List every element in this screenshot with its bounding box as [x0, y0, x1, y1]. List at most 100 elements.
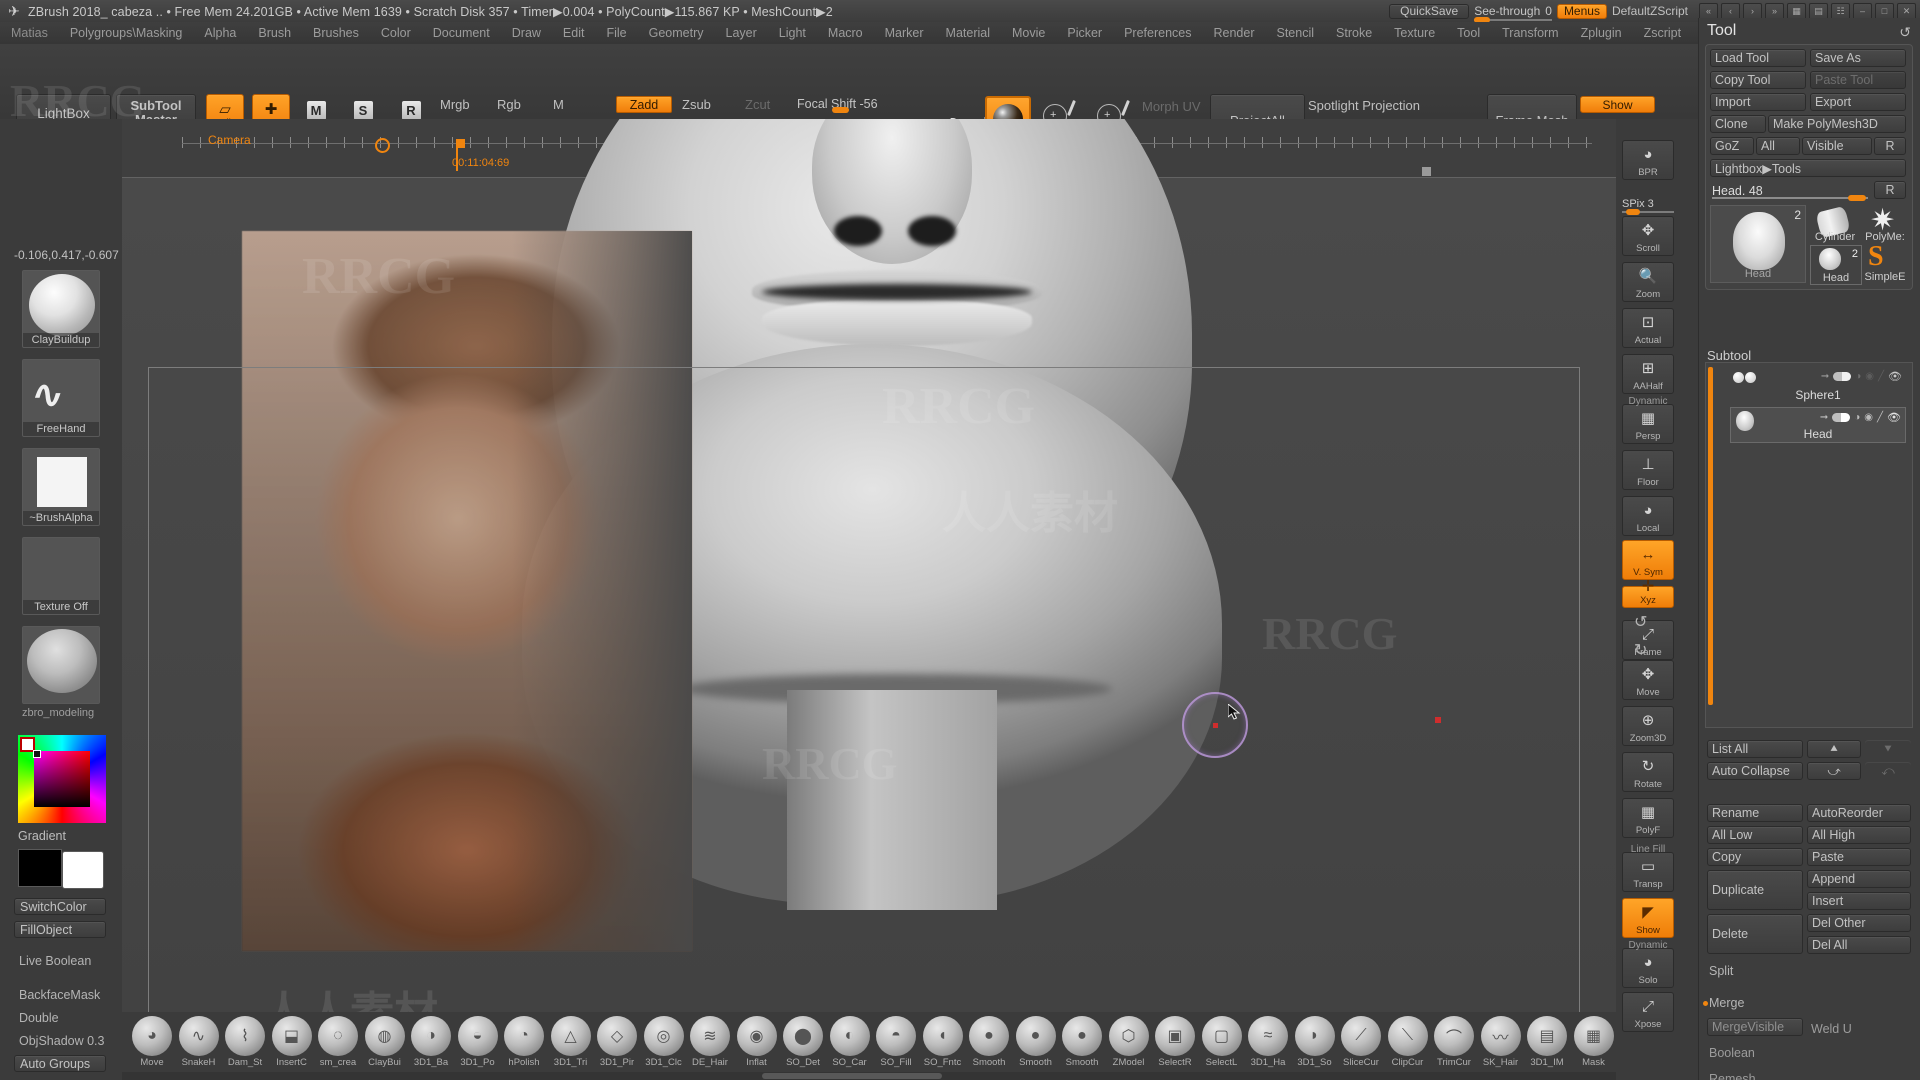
obj-shadow-button[interactable]: ObjShadow 0.3 — [19, 1034, 104, 1048]
panel-grid-icon[interactable]: ☷ — [1831, 3, 1850, 20]
export-button[interactable]: Export — [1810, 93, 1906, 111]
move-left-button[interactable]: ⤺ — [1865, 762, 1911, 780]
all-button[interactable]: All — [1756, 137, 1800, 155]
tool-thumb-simplebrush[interactable]: S SimpleE — [1860, 245, 1910, 283]
menu-item-color[interactable]: Color — [370, 22, 422, 44]
panel-right-icon[interactable]: ▤ — [1809, 3, 1828, 20]
spix-slider[interactable]: SPix 3 — [1622, 198, 1674, 210]
brush-button-3d1-clc[interactable]: ◎3D1_Clc — [640, 1016, 688, 1072]
viewport-button-aahalf[interactable]: ⊞AAHalf — [1622, 354, 1674, 394]
list-all-button[interactable]: List All — [1707, 740, 1803, 758]
del-all-button[interactable]: Del All — [1807, 936, 1911, 954]
auto-reorder-button[interactable]: AutoReorder — [1807, 804, 1911, 822]
brush-button-insertc[interactable]: ⬓InsertC — [268, 1016, 316, 1072]
menu-item-matias[interactable]: Matias — [0, 22, 59, 44]
all-low-button[interactable]: All Low — [1707, 826, 1803, 844]
menu-item-picker[interactable]: Picker — [1056, 22, 1113, 44]
remesh-section[interactable]: Remesh — [1709, 1072, 1756, 1080]
brush-small-icon[interactable]: ╱ — [1878, 371, 1884, 382]
brush-button-slicecur[interactable]: ⟋SliceCur — [1337, 1016, 1385, 1072]
nav-prev-icon[interactable]: ‹ — [1721, 3, 1740, 20]
lightbox-tools-button[interactable]: Lightbox▶Tools — [1710, 159, 1906, 177]
brush-button-zmodel[interactable]: ⬡ZModel — [1105, 1016, 1153, 1072]
brush-button-move[interactable]: ◕Move — [128, 1016, 176, 1072]
menu-item-marker[interactable]: Marker — [874, 22, 935, 44]
spix-knob[interactable] — [1626, 209, 1640, 215]
paste-button[interactable]: Paste — [1807, 848, 1911, 866]
brush-small-icon[interactable]: ╱ — [1877, 412, 1883, 423]
brush-button-3d1-tri[interactable]: △3D1_Tri — [547, 1016, 595, 1072]
eye-icon[interactable]: 👁 — [1888, 370, 1902, 383]
menu-item-edit[interactable]: Edit — [552, 22, 596, 44]
brush-palette-bar[interactable]: ◕Move∿SnakeH⌇Dam_St⬓InsertC◌sm_crea◍Clay… — [122, 1012, 1616, 1080]
copy-button[interactable]: Copy — [1707, 848, 1803, 866]
alpha-swatch[interactable]: ~BrushAlpha — [22, 448, 100, 526]
menu-item-stencil[interactable]: Stencil — [1266, 22, 1326, 44]
m-button[interactable]: M — [553, 97, 564, 112]
focal-shift-slider[interactable]: Focal Shift -56 — [797, 96, 997, 111]
viewport-button-move[interactable]: ✥Move — [1622, 660, 1674, 700]
viewport-button-scroll[interactable]: ✥Scroll — [1622, 216, 1674, 256]
viewport-button-solo[interactable]: ◕Solo — [1622, 948, 1674, 988]
goz-button[interactable]: GoZ — [1710, 137, 1754, 155]
rgb-button[interactable]: Rgb — [497, 97, 521, 112]
import-button[interactable]: Import — [1710, 93, 1806, 111]
tool-thumb-head-small[interactable]: 2 Head — [1810, 245, 1862, 285]
fill-object-button[interactable]: FillObject — [14, 921, 106, 938]
brush-button-clipcur[interactable]: ⟍ClipCur — [1384, 1016, 1432, 1072]
brush-button-sk-hair[interactable]: 〰SK_Hair — [1477, 1016, 1525, 1072]
brush-button-mask[interactable]: ▦Mask — [1570, 1016, 1618, 1072]
timeline-marker-grey[interactable] — [1422, 167, 1431, 176]
timeline-playhead[interactable] — [456, 147, 458, 171]
nav-next-icon[interactable]: › — [1743, 3, 1762, 20]
menus-button[interactable]: Menus — [1557, 4, 1607, 19]
rotate-ccw-icon[interactable]: ↺ — [1634, 612, 1647, 632]
move-arrow-icon[interactable]: ➞ — [1820, 412, 1828, 423]
menu-item-render[interactable]: Render — [1203, 22, 1266, 44]
load-tool-button[interactable]: Load Tool — [1710, 49, 1806, 67]
viewport-button-transp[interactable]: ▭Transp — [1622, 852, 1674, 892]
brush-button-so-fntc[interactable]: ◖SO_Fntc — [919, 1016, 967, 1072]
move-up-button[interactable]: ⯅ — [1807, 740, 1861, 758]
move-arrow-icon[interactable]: ➞ — [1821, 371, 1829, 382]
spotlight-projection-label[interactable]: Spotlight Projection — [1308, 98, 1420, 113]
rename-button[interactable]: Rename — [1707, 804, 1803, 822]
tool-thumb-head-large[interactable]: 2 Head — [1710, 205, 1806, 283]
menu-item-zscript[interactable]: Zscript — [1633, 22, 1693, 44]
viewport-button-xpose[interactable]: ⤢Xpose — [1622, 992, 1674, 1032]
quicksave-button[interactable]: QuickSave — [1389, 4, 1469, 19]
brush-button-3d1-ha[interactable]: ≈3D1_Ha — [1244, 1016, 1292, 1072]
append-button[interactable]: Append — [1807, 870, 1911, 888]
gradient-label[interactable]: Gradient — [18, 829, 66, 843]
brush-button-so-det[interactable]: ⬤SO_Det — [779, 1016, 827, 1072]
viewport-button-xyz[interactable]: ✛Xyz — [1622, 586, 1674, 608]
brush-button-selectr[interactable]: ▣SelectR — [1151, 1016, 1199, 1072]
delete-button[interactable]: Delete — [1707, 914, 1803, 954]
subtool-scrollbar[interactable] — [1708, 367, 1713, 705]
backface-mask-left-button[interactable]: BackfaceMask — [19, 988, 100, 1002]
polypaint-icon[interactable]: ◑ — [1855, 371, 1861, 382]
subtool-row-icons[interactable]: ➞ ◑ ◉ ╱ 👁 — [1821, 370, 1902, 383]
viewport[interactable]: Camera 00:11:04:69 — [122, 119, 1616, 1020]
brush-button-sm-crea[interactable]: ◌sm_crea — [314, 1016, 362, 1072]
menu-item-material[interactable]: Material — [935, 22, 1001, 44]
head-slider-knob[interactable] — [1848, 195, 1866, 201]
menu-item-transform[interactable]: Transform — [1491, 22, 1570, 44]
all-high-button[interactable]: All High — [1807, 826, 1911, 844]
menu-item-brushes[interactable]: Brushes — [302, 22, 370, 44]
viewport-button-show[interactable]: ◤Show — [1622, 898, 1674, 938]
menu-item-stroke[interactable]: Stroke — [1325, 22, 1383, 44]
r-button[interactable]: R — [1874, 137, 1906, 155]
viewport-button-polyf[interactable]: ▦PolyF — [1622, 798, 1674, 838]
sculpt-canvas[interactable]: RRCG RRCG RRCG RRCG 人人素材 人人素材 — [122, 177, 1616, 1020]
move-down-button[interactable]: ⯆ — [1865, 740, 1911, 758]
brush-button-smooth[interactable]: ●Smooth — [1058, 1016, 1106, 1072]
close-icon[interactable]: ✕ — [1897, 3, 1916, 20]
color-picker[interactable] — [18, 735, 106, 823]
brush-palette-scrollbar[interactable] — [122, 1072, 1616, 1080]
menu-item-macro[interactable]: Macro — [817, 22, 874, 44]
viewport-button-actual[interactable]: ⊡Actual — [1622, 308, 1674, 348]
brush-button-3d1-ba[interactable]: ◑3D1_Ba — [407, 1016, 455, 1072]
menu-item-tool[interactable]: Tool — [1446, 22, 1491, 44]
viewport-button-bpr[interactable]: ◕BPR — [1622, 140, 1674, 180]
